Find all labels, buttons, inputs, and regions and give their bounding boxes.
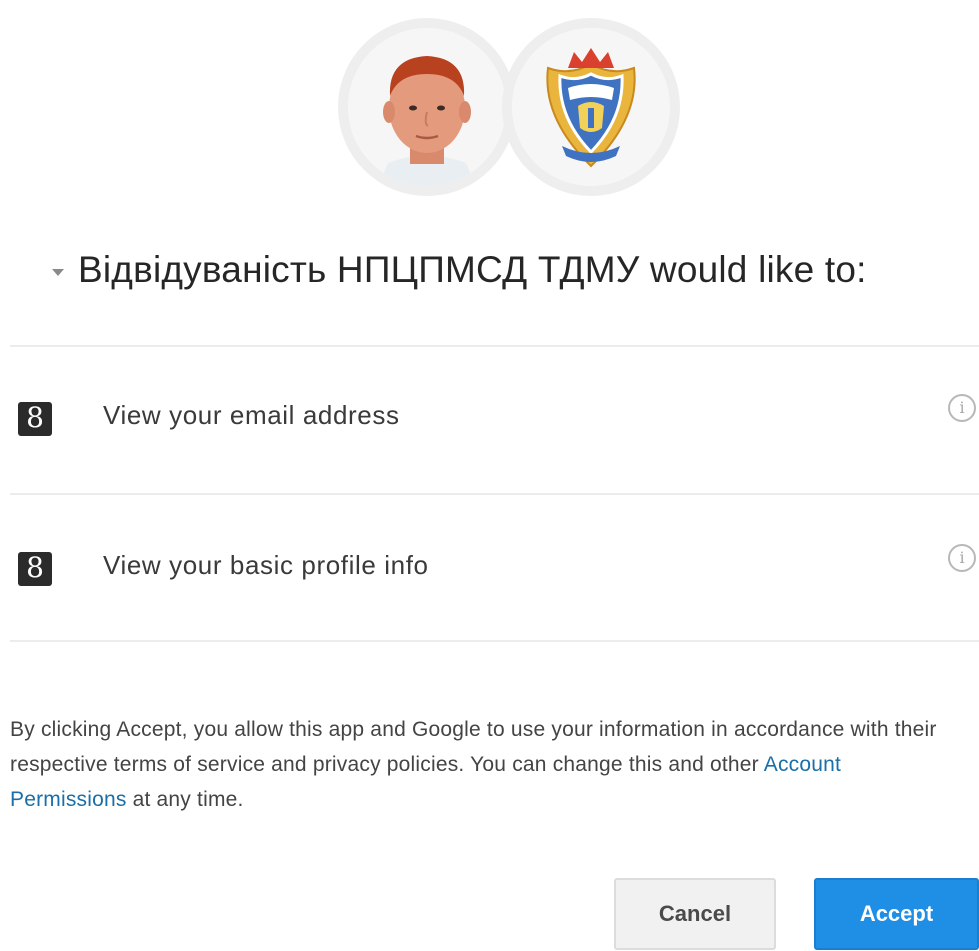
consent-heading: Відвідуваність НПЦПМСД ТДМУ would like t… <box>52 240 972 300</box>
disclaimer-text: By clicking Accept, you allow this app a… <box>10 712 950 817</box>
google-plus-g-icon: 8 <box>18 402 52 436</box>
accept-button[interactable]: Accept <box>814 878 979 950</box>
scope-label: View your email address <box>103 400 400 430</box>
info-icon[interactable]: i <box>948 544 976 572</box>
disclaimer-after-link: at any time. <box>126 788 244 811</box>
divider <box>10 640 979 642</box>
caret-down-icon[interactable] <box>52 268 64 276</box>
scope-label: View your basic profile info <box>103 550 429 580</box>
divider <box>10 345 979 347</box>
consent-heading-text: Відвідуваність НПЦПМСД ТДМУ would like t… <box>78 249 867 290</box>
cancel-button[interactable]: Cancel <box>614 878 776 950</box>
scope-row-profile: 8 View your basic profile info i <box>0 544 979 606</box>
divider <box>10 493 979 495</box>
user-photo <box>348 28 506 186</box>
app-avatar <box>502 18 680 196</box>
app-logo-crest <box>512 28 670 186</box>
oauth-consent-dialog: Відвідуваність НПЦПМСД ТДМУ would like t… <box>0 0 979 951</box>
scope-row-email: 8 View your email address i <box>0 394 979 456</box>
info-icon[interactable]: i <box>948 394 976 422</box>
google-plus-g-icon: 8 <box>18 552 52 586</box>
user-avatar <box>338 18 516 196</box>
